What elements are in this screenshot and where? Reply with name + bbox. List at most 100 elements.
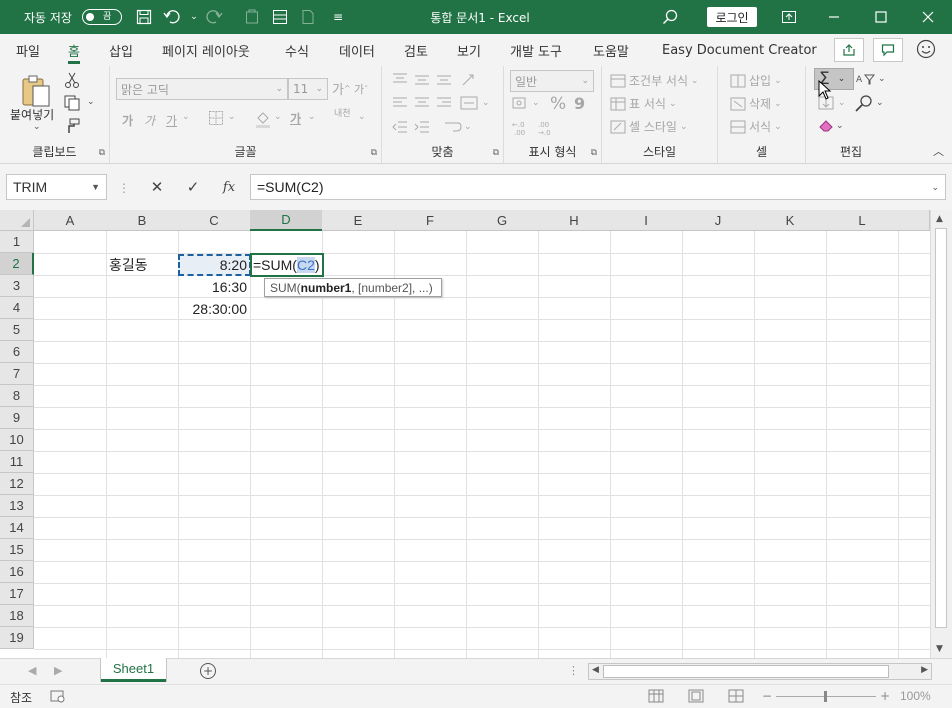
borders-dropdown-icon[interactable]: ⌄ [228,112,236,122]
row-header-5[interactable]: 5 [0,319,34,341]
column-header-e[interactable]: E [322,210,395,231]
zoom-in-icon[interactable]: + [880,689,890,703]
font-size-box[interactable]: 11 ⌄ [288,78,328,100]
zoom-slider-knob[interactable] [824,691,827,702]
enter-button[interactable]: ✓ [178,174,208,200]
comma-button[interactable]: 9 [574,94,585,113]
login-button[interactable]: 로그인 [707,7,757,27]
cell-styles-button[interactable]: 셀 스타일 ⌄ [610,118,688,135]
merge-center-icon[interactable] [460,96,478,110]
row-header-10[interactable]: 10 [0,429,34,451]
sort-filter-dropdown-icon[interactable]: ⌄ [878,74,886,84]
accounting-format-icon[interactable] [512,96,530,110]
phonetic-button[interactable]: 내천 [334,110,354,119]
tab-page-layout[interactable]: 페이지 레이아웃 [162,34,250,66]
clear-dropdown-icon[interactable]: ⌄ [836,121,844,131]
row-header-16[interactable]: 16 [0,561,34,583]
undo-icon[interactable] [160,0,184,34]
find-select-icon[interactable] [854,94,874,112]
zoom-out-icon[interactable]: − [762,689,772,703]
share-button[interactable] [834,38,864,62]
column-header-a[interactable]: A [34,210,107,231]
align-middle-icon[interactable] [414,72,430,86]
italic-button[interactable]: 가 [144,112,155,129]
column-header-c[interactable]: C [178,210,251,231]
macro-record-icon[interactable] [50,689,66,706]
sort-filter-icon[interactable]: A [856,72,878,86]
alignment-launcher-icon[interactable]: ⧉ [493,148,499,158]
bold-button[interactable]: 가 [122,112,133,129]
cell-d2-editor[interactable]: =SUM(C2) [250,254,324,276]
delete-cells-button[interactable]: 삭제 ⌄ [730,95,782,112]
zoom-level[interactable]: 100% [900,689,931,703]
row-header-6[interactable]: 6 [0,341,34,363]
scroll-down-icon[interactable]: ▼ [936,644,943,654]
comments-button[interactable] [873,38,903,62]
add-sheet-button[interactable]: + [200,663,216,679]
borders-icon[interactable] [208,110,224,126]
tab-split-grip-icon[interactable]: ⋮ [568,664,579,677]
scroll-up-icon[interactable]: ▲ [936,214,943,224]
paste-icon[interactable] [20,74,52,108]
merge-dropdown-icon[interactable]: ⌄ [482,98,490,108]
wrap-dropdown-icon[interactable]: ⌄ [464,122,472,132]
ribbon-display-icon[interactable] [777,0,801,34]
column-header-b[interactable]: B [106,210,179,231]
underline-button[interactable]: 가 [166,112,177,129]
row-header-9[interactable]: 9 [0,407,34,429]
tab-formulas[interactable]: 수식 [285,34,309,66]
row-header-11[interactable]: 11 [0,451,34,473]
row-header-4[interactable]: 4 [0,297,34,319]
sheet-next-icon[interactable]: ▶ [54,664,62,677]
font-color-button[interactable]: 가 [290,110,301,127]
insert-function-button[interactable]: fx [214,174,244,200]
row-header-13[interactable]: 13 [0,495,34,517]
decrease-indent-icon[interactable] [392,120,408,134]
row-header-15[interactable]: 15 [0,539,34,561]
row-header-8[interactable]: 8 [0,385,34,407]
shrink-font-button[interactable]: 가ˇ [354,81,368,97]
copy-icon[interactable] [64,95,82,111]
customize-toolbar-icon[interactable]: ≡ [326,0,350,34]
page-icon[interactable] [296,0,320,34]
underline-dropdown-icon[interactable]: ⌄ [182,112,190,122]
row-header-19[interactable]: 19 [0,627,34,649]
decrease-decimal-icon[interactable]: .00 →.0 [538,120,558,136]
tab-view[interactable]: 보기 [457,34,481,66]
column-header-m[interactable] [898,210,930,231]
paste-dropdown-icon[interactable]: ⌄ [33,122,41,132]
row-header-7[interactable]: 7 [0,363,34,385]
save-icon[interactable] [132,0,156,34]
accounting-dropdown-icon[interactable]: ⌄ [532,98,540,108]
column-header-d[interactable]: D [250,210,323,231]
tab-help[interactable]: 도움말 [593,34,629,66]
vertical-scrollbar[interactable]: ▲ ▼ [930,210,952,658]
phonetic-dropdown-icon[interactable]: ⌄ [358,112,366,122]
minimize-icon[interactable] [811,0,857,34]
column-header-g[interactable]: G [466,210,539,231]
row-header-17[interactable]: 17 [0,583,34,605]
new-file-icon[interactable] [240,0,264,34]
align-right-icon[interactable] [436,96,452,110]
tab-easy-document-creator[interactable]: Easy Document Creator [662,34,817,66]
select-all-button[interactable] [0,210,34,231]
clear-icon[interactable] [818,118,834,132]
feedback-smiley-icon[interactable] [916,39,936,62]
column-header-i[interactable]: I [610,210,683,231]
fill-dropdown-icon[interactable]: ⌄ [838,98,846,108]
increase-indent-icon[interactable] [414,120,430,134]
fill-color-icon[interactable] [254,110,272,128]
vertical-scroll-thumb[interactable] [935,228,947,628]
close-icon[interactable] [905,0,951,34]
copy-dropdown-icon[interactable]: ⌄ [87,97,95,107]
paste-button[interactable]: 붙여넣기 [10,106,54,123]
grow-font-button[interactable]: 가 ^ [332,79,351,98]
align-left-icon[interactable] [392,96,408,110]
clipboard-launcher-icon[interactable]: ⧉ [99,148,105,158]
find-dropdown-icon[interactable]: ⌄ [876,98,884,108]
scroll-right-icon[interactable]: ▶ [921,665,928,675]
row-header-14[interactable]: 14 [0,517,34,539]
column-header-l[interactable]: L [826,210,899,231]
horizontal-scrollbar[interactable]: ◀ ▶ [588,663,932,680]
redo-icon[interactable] [202,0,226,34]
